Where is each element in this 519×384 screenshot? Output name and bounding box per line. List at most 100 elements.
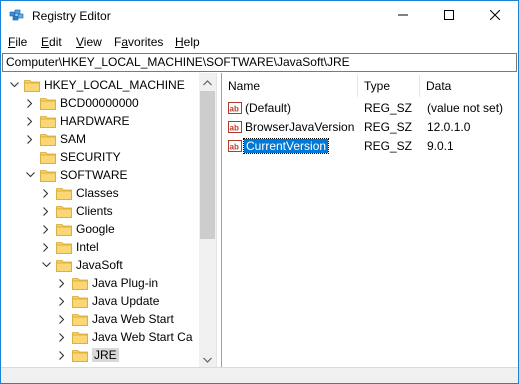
folder-icon	[24, 79, 40, 92]
tree-item-label: Java Update	[92, 294, 160, 308]
minimize-button[interactable]	[380, 1, 426, 31]
tree-item-label: BCD00000000	[60, 96, 139, 110]
tree-item[interactable]: HARDWARE	[24, 112, 130, 130]
value-data: (value not set)	[427, 101, 504, 115]
chevron-right-icon[interactable]	[56, 346, 68, 364]
tree-item[interactable]: Classes	[40, 184, 119, 202]
chevron-right-icon[interactable]	[24, 94, 36, 112]
folder-icon	[56, 187, 72, 200]
value-name: CurrentVersion	[242, 138, 330, 154]
tree-item[interactable]: Java Update	[56, 292, 159, 310]
value-row-selected[interactable]: ab CurrentVersion REG_SZ 9.0.1	[222, 137, 518, 156]
chevron-right-icon[interactable]	[40, 220, 52, 238]
chevron-down-icon[interactable]	[8, 76, 20, 94]
registry-editor-window: Registry Editor File Edit View Favorites…	[0, 0, 519, 384]
status-bar	[1, 367, 518, 383]
folder-icon	[72, 295, 88, 308]
chevron-down-icon[interactable]	[40, 256, 52, 274]
tree-item-label: Clients	[76, 204, 113, 218]
registry-editor-icon	[9, 9, 25, 23]
tree-item[interactable]: JRE	[56, 346, 119, 364]
tree-item-label: JRE	[92, 348, 119, 362]
tree-item-label: Intel	[76, 240, 99, 254]
folder-icon	[40, 115, 56, 128]
chevron-right-icon[interactable]	[56, 274, 68, 292]
chevron-down-icon	[203, 352, 212, 366]
tree-item[interactable]: SAM	[24, 130, 86, 148]
tree-item-label: HARDWARE	[60, 114, 130, 128]
value-data: 12.0.1.0	[427, 120, 471, 134]
chevron-right-icon[interactable]	[56, 310, 68, 328]
column-header-data[interactable]: Data	[420, 75, 518, 97]
key-tree: HKEY_LOCAL_MACHINE BCD00000000 HARDWARE SAM…	[2, 73, 216, 367]
maximize-icon	[444, 9, 454, 23]
tree-item[interactable]: SOFTWARE	[24, 166, 128, 184]
menu-help[interactable]: Help	[175, 35, 200, 49]
address-bar[interactable]: Computer\HKEY_LOCAL_MACHINE\SOFTWARE\Jav…	[2, 53, 517, 72]
chevron-right-icon[interactable]	[24, 130, 36, 148]
value-type: REG_SZ	[364, 120, 413, 134]
tree-item-label: Google	[76, 222, 115, 236]
folder-icon	[40, 97, 56, 110]
scroll-down-button[interactable]	[199, 350, 216, 367]
tree-item[interactable]: Clients	[40, 202, 113, 220]
tree-item-label: Java Web Start	[92, 312, 174, 326]
tree-item[interactable]: Java Web Start Ca	[56, 328, 193, 346]
svg-text:ab: ab	[230, 105, 239, 114]
tree-item[interactable]: HKEY_LOCAL_MACHINE	[8, 76, 185, 94]
no-expander	[24, 148, 36, 166]
value-name: BrowserJavaVersion	[245, 120, 355, 134]
string-value-icon: ab	[228, 139, 242, 153]
tree-item[interactable]: Intel	[40, 238, 99, 256]
folder-icon	[72, 277, 88, 290]
tree-item[interactable]: Java Plug-in	[56, 274, 158, 292]
title-bar[interactable]: Registry Editor	[1, 1, 518, 31]
folder-icon	[56, 241, 72, 254]
value-row[interactable]: ab (Default) REG_SZ (value not set)	[222, 99, 518, 118]
folder-icon	[40, 169, 56, 182]
menu-edit[interactable]: Edit	[41, 35, 62, 49]
chevron-up-icon	[203, 75, 212, 89]
folder-icon	[72, 349, 88, 362]
chevron-right-icon[interactable]	[40, 238, 52, 256]
svg-text:ab: ab	[230, 143, 239, 152]
chevron-right-icon[interactable]	[40, 184, 52, 202]
folder-icon	[56, 259, 72, 272]
tree-item[interactable]: Google	[40, 220, 115, 238]
tree-item[interactable]: JavaSoft	[40, 256, 123, 274]
values-list: Name Type Data ab (Default) REG_SZ (valu…	[221, 73, 518, 367]
minimize-icon	[398, 9, 408, 23]
value-row[interactable]: ab BrowserJavaVersion REG_SZ 12.0.1.0	[222, 118, 518, 137]
close-button[interactable]	[472, 1, 518, 31]
tree-item[interactable]: SECURITY	[24, 148, 121, 166]
tree-item-label: SOFTWARE	[60, 168, 128, 182]
scrollbar-thumb[interactable]	[200, 91, 215, 239]
scroll-up-button[interactable]	[199, 73, 216, 90]
window-title: Registry Editor	[32, 9, 111, 23]
tree-item[interactable]: BCD00000000	[24, 94, 139, 112]
tree-vertical-scrollbar[interactable]	[199, 73, 216, 367]
chevron-right-icon[interactable]	[40, 202, 52, 220]
string-value-icon: ab	[228, 101, 242, 115]
tree-item-label: JavaSoft	[76, 258, 123, 272]
column-header-name[interactable]: Name	[222, 75, 358, 97]
chevron-right-icon[interactable]	[56, 328, 68, 346]
tree-item-label: Classes	[76, 186, 119, 200]
chevron-right-icon[interactable]	[24, 112, 36, 130]
menu-file[interactable]: File	[8, 35, 27, 49]
tree-item[interactable]: Java Web Start	[56, 310, 174, 328]
menu-favorites[interactable]: Favorites	[114, 35, 163, 49]
folder-icon	[56, 223, 72, 236]
chevron-right-icon[interactable]	[56, 292, 68, 310]
tree-item-label: Java Plug-in	[92, 276, 159, 290]
svg-text:ab: ab	[230, 124, 239, 133]
chevron-down-icon[interactable]	[24, 166, 36, 184]
menu-view[interactable]: View	[76, 35, 102, 49]
column-header-type[interactable]: Type	[358, 75, 420, 97]
maximize-button[interactable]	[426, 1, 472, 31]
value-data: 9.0.1	[427, 139, 454, 153]
folder-icon	[40, 151, 56, 164]
folder-icon	[72, 331, 88, 344]
value-type: REG_SZ	[364, 101, 413, 115]
value-name: (Default)	[245, 101, 292, 115]
